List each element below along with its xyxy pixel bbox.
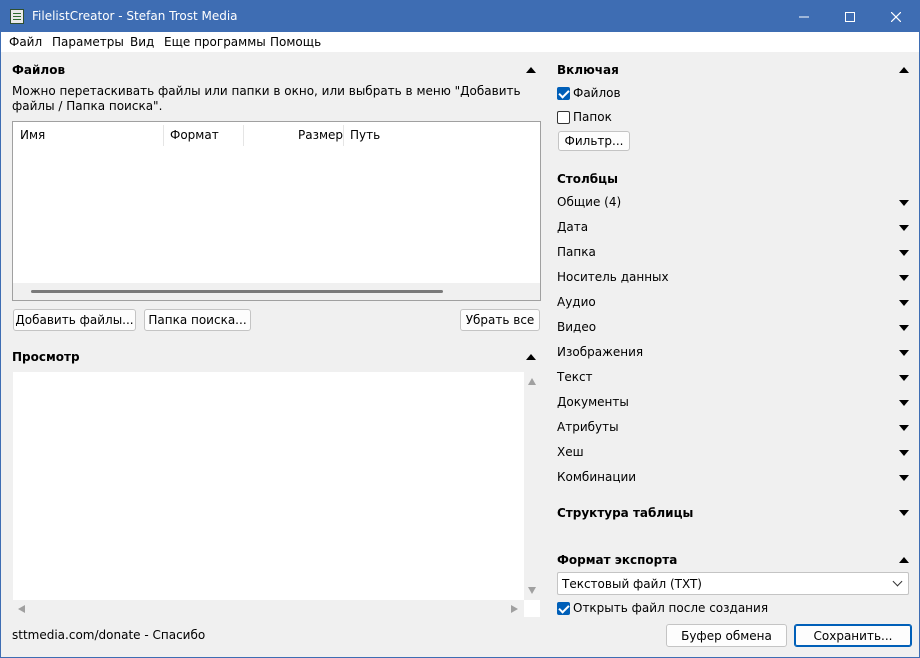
filter-button[interactable]: Фильтр... [558, 131, 630, 151]
close-button[interactable] [873, 1, 919, 32]
column-group-text[interactable]: Текст [557, 370, 593, 384]
open-after-create-label[interactable]: Открыть файл после создания [573, 601, 768, 615]
expand-icon[interactable] [899, 450, 909, 456]
column-group-images[interactable]: Изображения [557, 345, 643, 359]
close-icon [891, 11, 901, 22]
title-bar[interactable]: FilelistCreator - Stefan Trost Media [1, 1, 919, 32]
include-collapse-icon[interactable] [899, 67, 909, 73]
maximize-button[interactable] [827, 1, 873, 32]
include-files-checkbox[interactable] [557, 87, 570, 100]
expand-icon[interactable] [899, 225, 909, 231]
expand-icon[interactable] [899, 350, 909, 356]
export-format-title: Формат экспорта [557, 553, 678, 567]
column-header-format[interactable]: Формат [170, 128, 219, 142]
clipboard-button[interactable]: Буфер обмена [666, 624, 787, 647]
scroll-left-icon[interactable] [18, 605, 25, 613]
column-separator[interactable] [243, 125, 244, 146]
preview-collapse-icon[interactable] [526, 354, 536, 360]
scroll-up-icon[interactable] [528, 378, 536, 385]
menu-bar: Файл Параметры Вид Еще программы Помощь [1, 32, 919, 52]
file-list-horizontal-scrollbar[interactable] [13, 283, 540, 300]
menu-help[interactable]: Помощь [270, 35, 321, 49]
column-header-path[interactable]: Путь [350, 128, 380, 142]
expand-icon[interactable] [899, 300, 909, 306]
column-group-date[interactable]: Дата [557, 220, 588, 234]
open-after-create-checkbox[interactable] [557, 602, 570, 615]
column-group-folder[interactable]: Папка [557, 245, 596, 259]
column-group-storage[interactable]: Носитель данных [557, 270, 669, 284]
include-section-title: Включая [557, 63, 619, 77]
preview-horizontal-scrollbar[interactable] [13, 600, 524, 617]
menu-file[interactable]: Файл [9, 35, 42, 49]
add-files-button[interactable]: Добавить файлы... [13, 309, 136, 331]
column-group-documents[interactable]: Документы [557, 395, 629, 409]
app-window: FilelistCreator - Stefan Trost Media Фай… [0, 0, 920, 658]
column-group-video[interactable]: Видео [557, 320, 596, 334]
minimize-button[interactable] [781, 1, 827, 32]
menu-more-programs[interactable]: Еще программы [164, 35, 266, 49]
files-hint: Можно перетаскивать файлы или папки в ок… [12, 84, 521, 113]
minimize-icon [799, 16, 809, 17]
include-folders-checkbox[interactable] [557, 111, 570, 124]
export-format-select[interactable]: Текстовый файл (TXT) [557, 572, 909, 595]
export-collapse-icon[interactable] [899, 557, 909, 563]
include-folders-label[interactable]: Папок [573, 110, 612, 124]
menu-view[interactable]: Вид [130, 35, 154, 49]
include-files-label[interactable]: Файлов [573, 86, 621, 100]
window-title: FilelistCreator - Stefan Trost Media [32, 9, 238, 23]
column-group-combinations[interactable]: Комбинации [557, 470, 636, 484]
column-group-hash[interactable]: Хеш [557, 445, 584, 459]
column-group-attributes[interactable]: Атрибуты [557, 420, 619, 434]
expand-icon[interactable] [899, 325, 909, 331]
chevron-down-icon [892, 576, 903, 587]
file-list[interactable]: Имя Формат Размер Путь [12, 121, 541, 301]
expand-icon[interactable] [899, 250, 909, 256]
column-separator[interactable] [343, 125, 344, 146]
expand-icon[interactable] [899, 425, 909, 431]
expand-icon[interactable] [899, 475, 909, 481]
preview-vertical-scrollbar[interactable] [524, 372, 540, 600]
expand-icon[interactable] [899, 275, 909, 281]
scrollbar-thumb[interactable] [31, 290, 443, 293]
export-format-value: Текстовый файл (TXT) [562, 577, 702, 591]
scroll-right-icon[interactable] [511, 605, 518, 613]
donate-link[interactable]: sttmedia.com/donate - Спасибо [12, 628, 205, 642]
search-folder-button[interactable]: Папка поиска... [144, 309, 251, 331]
column-group-audio[interactable]: Аудио [557, 295, 596, 309]
menu-settings[interactable]: Параметры [52, 35, 124, 49]
column-group-general[interactable]: Общие (4) [557, 195, 621, 209]
files-section-title: Файлов [12, 63, 66, 77]
save-button[interactable]: Сохранить... [794, 624, 912, 647]
preview-area[interactable] [12, 371, 541, 618]
table-structure-title[interactable]: Структура таблицы [557, 506, 693, 520]
expand-icon[interactable] [899, 400, 909, 406]
columns-section-title: Столбцы [557, 172, 618, 186]
scroll-down-icon[interactable] [528, 587, 536, 594]
files-collapse-icon[interactable] [526, 67, 536, 73]
column-separator[interactable] [163, 125, 164, 146]
column-header-name[interactable]: Имя [20, 128, 45, 142]
expand-icon[interactable] [899, 200, 909, 206]
preview-section-title: Просмотр [12, 350, 80, 364]
column-header-size[interactable]: Размер [298, 128, 343, 142]
expand-icon[interactable] [899, 375, 909, 381]
expand-icon[interactable] [899, 510, 909, 516]
remove-all-button[interactable]: Убрать все [460, 309, 540, 331]
maximize-icon [845, 11, 855, 22]
app-icon [10, 9, 24, 24]
